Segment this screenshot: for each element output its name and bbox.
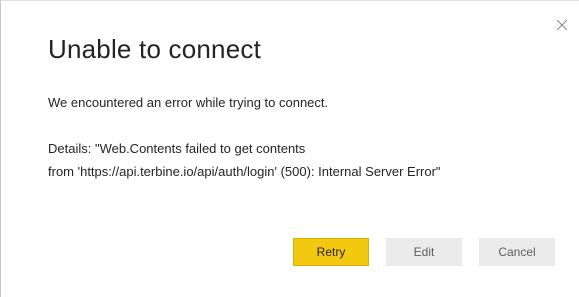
- error-dialog: Unable to connect We encountered an erro…: [0, 0, 579, 297]
- cancel-button[interactable]: Cancel: [479, 238, 555, 266]
- close-button[interactable]: [553, 16, 571, 34]
- edit-button[interactable]: Edit: [386, 238, 462, 266]
- dialog-title: Unable to connect: [48, 34, 261, 64]
- error-details: Details: "Web.Contents failed to get con…: [48, 137, 441, 183]
- retry-button[interactable]: Retry: [293, 238, 369, 266]
- error-details-line: Details: "Web.Contents failed to get con…: [48, 141, 306, 156]
- error-details-line: from 'https://api.terbine.io/api/auth/lo…: [48, 164, 441, 179]
- close-icon: [553, 16, 571, 34]
- error-message: We encountered an error while trying to …: [48, 95, 329, 110]
